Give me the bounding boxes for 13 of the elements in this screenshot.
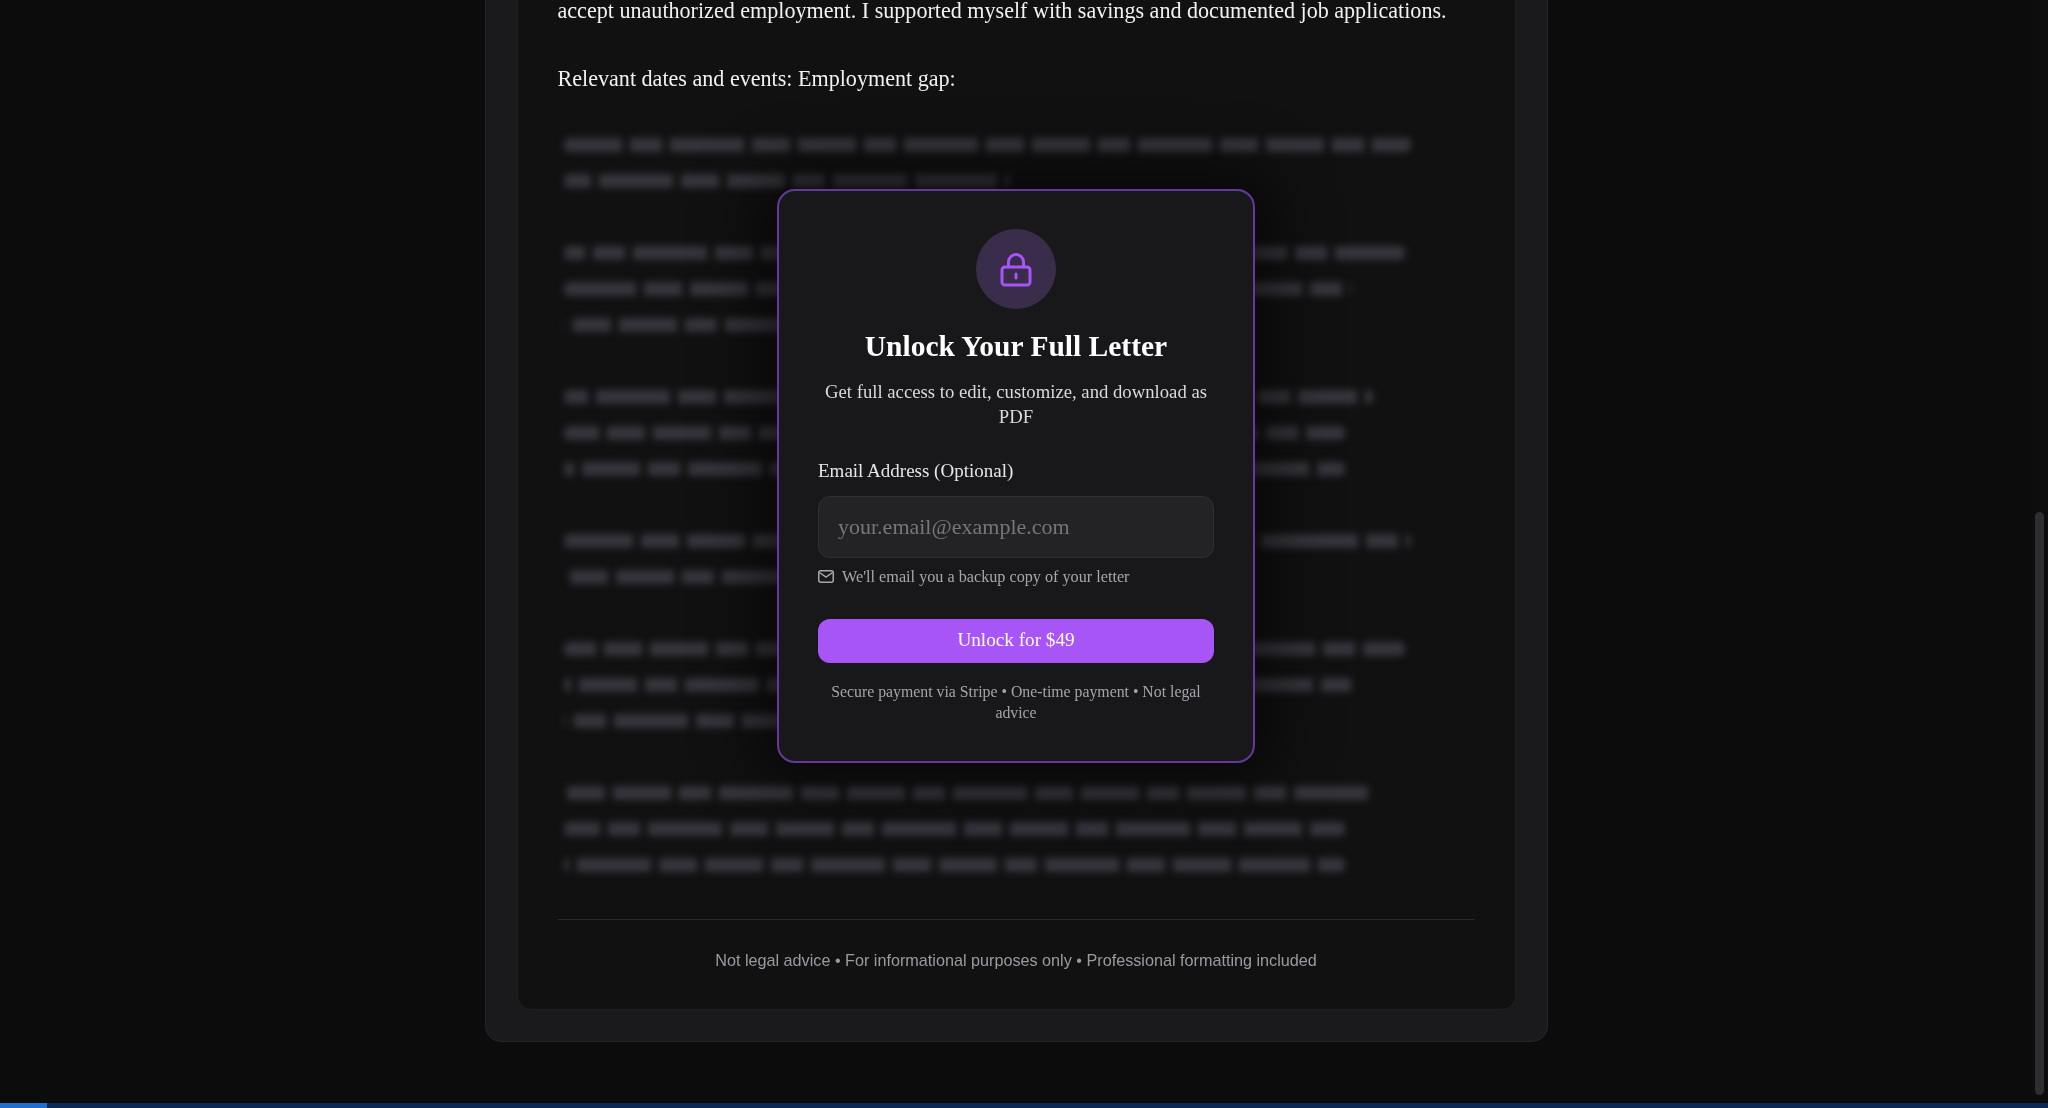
dialog-title: Unlock Your Full Letter (863, 328, 1169, 363)
hint-text: We'll email you a backup copy of your letter (842, 566, 1130, 587)
dialog-subtitle: Get full access to edit, customize, and download as PDF (824, 380, 1208, 429)
email-input[interactable]: your.email@example.com (818, 495, 1214, 558)
disclaimer-text: Not legal advice • For informational purposes only • Professional formatting included (714, 949, 1318, 971)
envelope-icon (818, 570, 834, 583)
fine-print: Secure payment via Stripe • One-time payment • Not legal advice (830, 682, 1202, 723)
unlock-button[interactable]: Unlock for $49 (818, 618, 1214, 663)
scrollbar-thumb[interactable] (2035, 512, 2044, 1095)
lock-icon (976, 228, 1056, 309)
letter-paragraph: accept unauthorized employment. I supported myself with savings and documented job applications. (557, 0, 1448, 22)
email-label: Email Address (Optional) (818, 458, 1015, 483)
letter-paragraph: Relevant dates and events: Employment gap: (557, 64, 957, 93)
